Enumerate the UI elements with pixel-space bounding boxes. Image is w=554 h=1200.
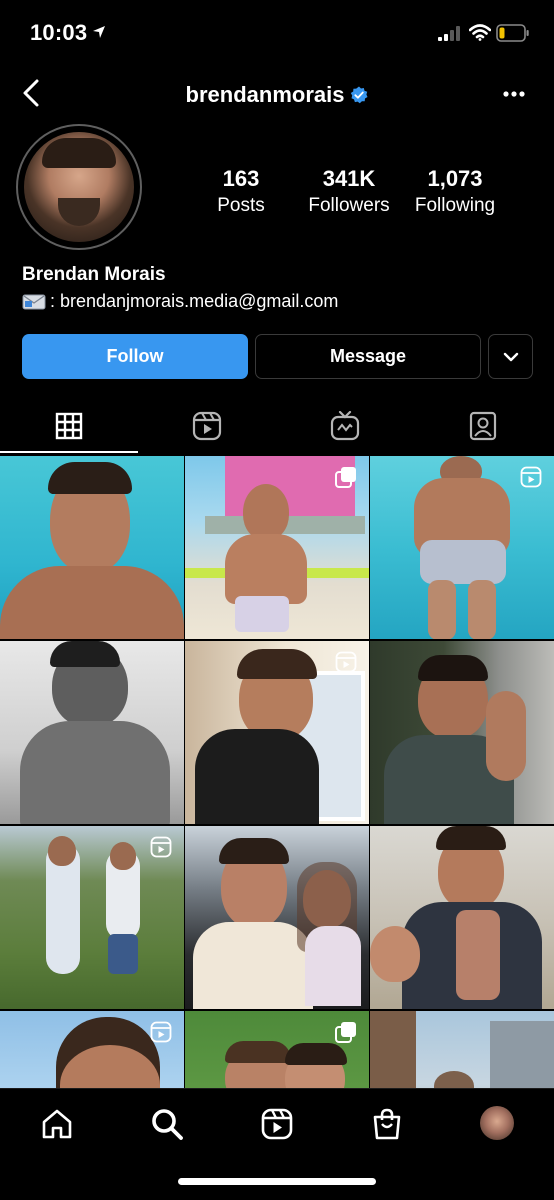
grid-post-10[interactable] [0,1011,184,1088]
active-tab-indicator [0,451,138,453]
status-time: 10:03 [30,20,88,45]
followers-count: 341K [322,166,376,191]
grid-post-6[interactable] [370,641,554,824]
bio-email: : brendanjmorais.media@gmail.com [50,291,339,311]
reels-icon [520,466,542,488]
posts-count: 163 [222,166,260,191]
carousel-icon [335,1022,356,1043]
grid-post-9[interactable] [370,826,554,1009]
message-button[interactable]: Message [255,334,481,379]
grid-post-12[interactable] [370,1011,554,1088]
username: brendanmorais [185,82,345,107]
grid-icon [55,412,83,440]
grid-post-4[interactable] [0,641,184,824]
status-bar: 10:03 [0,0,554,66]
grid-post-8[interactable] [185,826,369,1009]
profile-stats: 163 Posts 341K Followers 1,073 Following [196,166,516,216]
reels-icon [150,1021,172,1043]
grid-post-2[interactable] [185,456,369,639]
tagged-icon [469,411,497,441]
stat-posts[interactable]: 163 Posts [196,166,286,217]
ellipsis-icon[interactable] [502,90,526,98]
envelope-icon [22,294,46,309]
reels-icon [192,411,222,441]
stat-following[interactable]: 1,073 Following [410,166,500,217]
bio: : brendanjmorais.media@gmail.com [22,291,338,312]
header-title: brendanmorais [0,82,554,108]
igtv-icon [330,411,360,441]
verified-badge-icon [351,86,368,104]
reels-icon [335,651,357,673]
following-count: 1,073 [427,166,483,191]
profile-tabs [0,398,554,454]
search-icon[interactable] [150,1107,184,1141]
follow-button[interactable]: Follow [22,334,248,379]
tab-reels[interactable] [138,398,276,454]
wifi-icon [469,24,491,41]
home-icon[interactable] [40,1107,74,1141]
following-label: Following [414,195,496,216]
grid-post-3[interactable] [370,456,554,639]
posts-grid [0,456,554,1088]
grid-post-11[interactable] [185,1011,369,1088]
shop-icon[interactable] [370,1107,404,1141]
profile-avatar[interactable] [24,132,134,242]
stat-followers[interactable]: 341K Followers [299,166,399,217]
profile-avatar-tab[interactable] [480,1106,514,1140]
reels-icon[interactable] [260,1107,294,1141]
chevron-down-icon [503,352,518,361]
grid-post-5[interactable] [185,641,369,824]
home-indicator [178,1178,376,1185]
profile-header: brendanmorais [0,66,554,122]
tab-posts-grid[interactable] [0,398,138,454]
followers-label: Followers [308,195,390,216]
full-name: Brendan Morais [22,264,166,285]
tab-tagged[interactable] [414,398,552,454]
posts-label: Posts [217,195,265,216]
reels-icon [150,836,172,858]
location-arrow-icon [93,26,105,38]
carousel-icon [335,467,356,488]
suggested-accounts-button[interactable] [488,334,533,379]
grid-post-1[interactable] [0,456,184,639]
grid-post-7[interactable] [0,826,184,1009]
battery-icon [496,24,529,42]
signal-icon [438,26,460,41]
tab-igtv[interactable] [276,398,414,454]
